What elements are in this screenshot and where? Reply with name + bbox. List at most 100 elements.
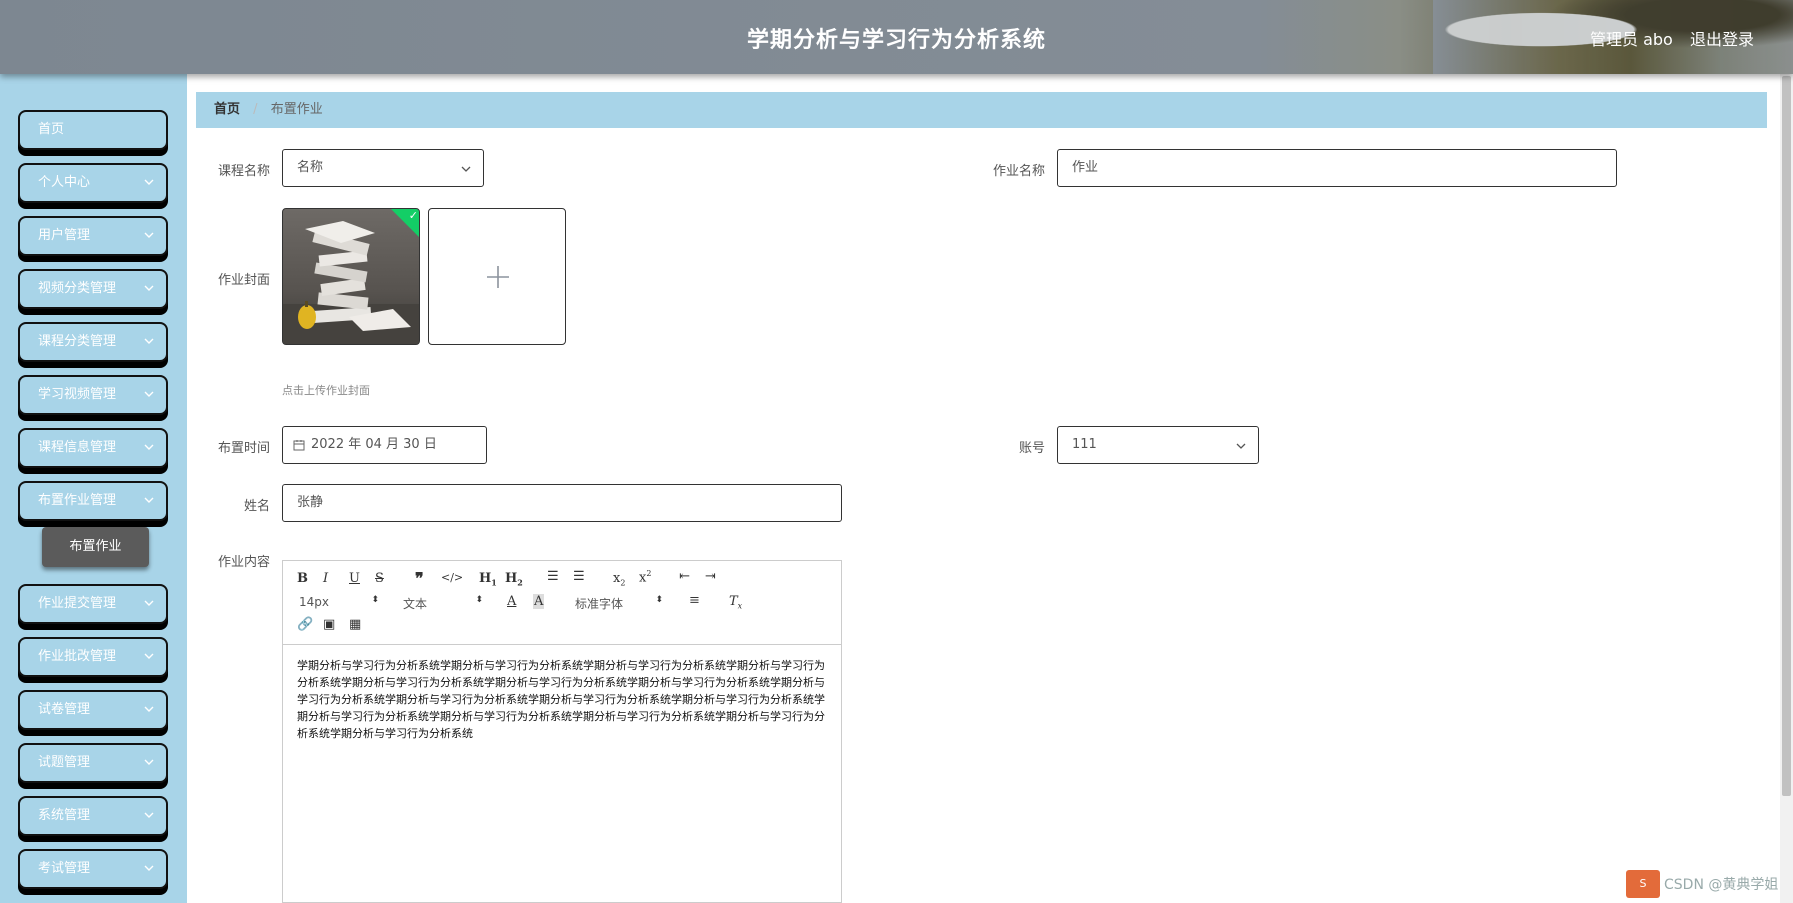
chevron-down-icon [1236, 443, 1246, 449]
content-label: 作业内容 [217, 555, 270, 570]
bullet-list-icon[interactable]: ☰ [573, 569, 585, 584]
video-icon[interactable]: ▦ [349, 617, 361, 632]
select-arrows-icon: ⬍ [371, 595, 379, 605]
account-select[interactable]: 111 [1057, 426, 1259, 464]
italic-icon[interactable]: I [323, 571, 328, 586]
text-type-value: 文本 [403, 597, 428, 611]
clear-format-icon[interactable]: Tx [729, 594, 742, 611]
sidebar-item-label: 考试管理 [38, 861, 91, 876]
font-family-select[interactable]: 标准字体 ⬍ [575, 595, 663, 612]
chevron-down-icon [144, 600, 154, 606]
chevron-down-icon [144, 865, 154, 871]
sidebar-item[interactable]: 试卷管理 [18, 690, 168, 730]
indent-icon[interactable]: ⇥ [705, 569, 716, 584]
breadcrumb-current: 布置作业 [270, 102, 323, 117]
account-label: 账号 [1018, 441, 1045, 456]
course-name-label: 课程名称 [217, 164, 270, 179]
calendar-icon [293, 440, 305, 451]
cover-upload-tip: 点击上传作业封面 [282, 384, 370, 397]
link-icon[interactable]: 🔗 [297, 617, 313, 632]
sidebar-item[interactable]: 个人中心 [18, 163, 168, 203]
chevron-down-icon [144, 812, 154, 818]
logout-button[interactable]: 退出登录 [1690, 26, 1754, 50]
current-user: 管理员 abo [1590, 30, 1673, 49]
font-color-icon[interactable]: A [507, 594, 516, 609]
name-value: 张静 [297, 495, 324, 510]
select-arrows-icon: ⬍ [655, 595, 663, 605]
sidebar-item[interactable]: 视频分类管理 [18, 269, 168, 309]
text-type-select[interactable]: 文本 ⬍ [403, 595, 483, 612]
uploaded-check-badge: ✓ [391, 209, 419, 237]
font-size-value: 14px [299, 595, 329, 609]
sidebar-item-label: 个人中心 [38, 175, 91, 190]
course-name-select[interactable]: 名称 [282, 149, 484, 187]
bold-icon[interactable]: B [297, 571, 308, 586]
sidebar-item-label: 试卷管理 [38, 702, 91, 717]
sidebar-item-label: 试题管理 [38, 755, 91, 770]
csdn-logo-icon: S [1626, 870, 1660, 898]
sidebar-item[interactable]: 试题管理 [18, 743, 168, 783]
sidebar-item-label: 作业提交管理 [38, 596, 117, 611]
name-label: 姓名 [243, 499, 270, 514]
name-input[interactable]: 张静 [282, 484, 842, 522]
sidebar-item[interactable]: 学习视频管理 [18, 375, 168, 415]
editor-toolbar: B I U S ❞ </> H1 H2 ☰ ☰ x2 x2 ⇤ ⇥ 14px ⬍ … [283, 561, 841, 645]
sidebar-item[interactable]: 用户管理 [18, 216, 168, 256]
chevron-down-icon [144, 285, 154, 291]
outdent-icon[interactable]: ⇤ [679, 569, 690, 584]
sidebar-item[interactable]: 作业提交管理 [18, 584, 168, 624]
scrollbar-thumb[interactable] [1782, 76, 1791, 796]
date-picker[interactable]: 2022 年 04 月 30 日 [282, 426, 487, 464]
superscript-icon[interactable]: x2 [639, 569, 651, 585]
app-title: 学期分析与学习行为分析系统 [746, 28, 1046, 53]
rich-text-editor[interactable]: B I U S ❞ </> H1 H2 ☰ ☰ x2 x2 ⇤ ⇥ 14px ⬍ … [282, 560, 842, 903]
date-value: 2022 年 04 月 30 日 [311, 437, 437, 452]
sidebar-item[interactable]: 课程信息管理 [18, 428, 168, 468]
sidebar-item-label: 布置作业管理 [38, 493, 117, 508]
sidebar-item[interactable]: 系统管理 [18, 796, 168, 836]
sidebar-item-label: 课程分类管理 [38, 334, 117, 349]
cover-upload-button[interactable] [428, 208, 566, 345]
sidebar-item-label: 首页 [38, 122, 65, 137]
background-color-icon[interactable]: A [533, 594, 545, 609]
sidebar-item-label: 学习视频管理 [38, 387, 117, 402]
font-size-select[interactable]: 14px ⬍ [299, 595, 379, 609]
image-icon[interactable]: ▣ [323, 617, 335, 632]
editor-content[interactable]: 学期分析与学习行为分析系统学期分析与学习行为分析系统学期分析与学习行为分析系统学… [283, 645, 841, 754]
breadcrumb-home[interactable]: 首页 [214, 102, 240, 117]
sidebar-item[interactable]: 课程分类管理 [18, 322, 168, 362]
page-scrollbar[interactable] [1780, 74, 1793, 903]
blockquote-icon[interactable]: ❞ [415, 569, 424, 588]
sidebar-item-label: 作业批改管理 [38, 649, 117, 664]
heading1-icon[interactable]: H1 [479, 571, 497, 588]
account-value: 111 [1072, 437, 1097, 452]
chevron-down-icon [144, 759, 154, 765]
chevron-down-icon [144, 444, 154, 450]
sidebar-item[interactable]: 布置作业管理 [18, 481, 168, 521]
chevron-down-icon [144, 653, 154, 659]
subscript-icon[interactable]: x2 [613, 571, 625, 588]
chevron-down-icon [144, 338, 154, 344]
homework-name-value: 作业 [1072, 160, 1099, 175]
sidebar-item[interactable]: 考试管理 [18, 849, 168, 889]
cover-label: 作业封面 [217, 273, 270, 288]
sidebar-subitem-assign-homework[interactable]: 布置作业 [42, 527, 149, 567]
cover-thumbnail[interactable]: ✓ [282, 208, 420, 345]
homework-name-input[interactable]: 作业 [1057, 149, 1617, 187]
breadcrumb-separator: / [253, 102, 258, 117]
ordered-list-icon[interactable]: ☰ [547, 569, 559, 584]
align-icon[interactable]: ≡ [689, 593, 700, 608]
time-label: 布置时间 [217, 441, 270, 456]
underline-icon[interactable]: U [349, 571, 360, 586]
chevron-down-icon [144, 391, 154, 397]
sidebar-item[interactable]: 首页 [18, 110, 168, 150]
homework-name-label: 作业名称 [992, 164, 1045, 179]
chevron-down-icon [144, 706, 154, 712]
sidebar-item-label: 系统管理 [38, 808, 91, 823]
strikethrough-icon[interactable]: S [375, 571, 384, 586]
heading2-icon[interactable]: H2 [505, 571, 523, 588]
sidebar-item-label: 视频分类管理 [38, 281, 117, 296]
select-arrows-icon: ⬍ [475, 595, 483, 605]
code-block-icon[interactable]: </> [441, 571, 463, 584]
sidebar-item[interactable]: 作业批改管理 [18, 637, 168, 677]
